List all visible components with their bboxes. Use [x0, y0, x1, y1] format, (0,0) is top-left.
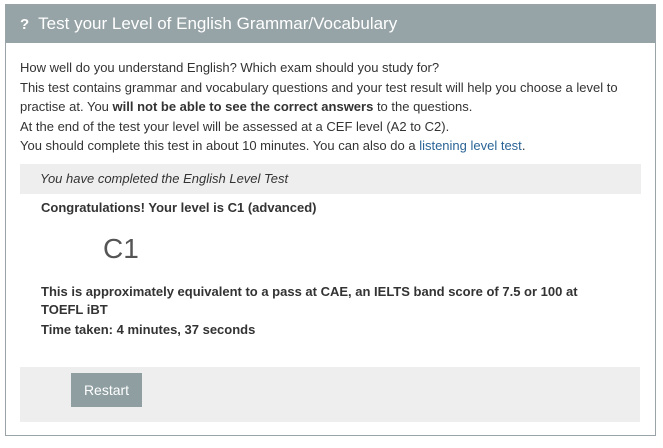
congrats-text: Congratulations! Your level is C1 (advan…: [41, 199, 317, 215]
intro-line-2-end: to the questions.: [373, 99, 473, 114]
intro-text: How well do you understand English? Whic…: [6, 43, 655, 156]
result-section: Congratulations! Your level is C1 (advan…: [6, 200, 655, 337]
intro-line-4: You should complete this test in about 1…: [20, 136, 641, 156]
listening-test-link[interactable]: listening level test: [419, 138, 522, 153]
intro-line-1: How well do you understand English? Whic…: [20, 60, 440, 75]
intro-line-4-start: You should complete this test in about 1…: [20, 138, 420, 153]
equivalence-text: This is approximately equivalent to a pa…: [41, 283, 578, 318]
panel-title: Test your Level of English Grammar/Vocab…: [38, 14, 398, 33]
intro-line-4-end: .: [521, 138, 526, 153]
panel-header: ? Test your Level of English Grammar/Voc…: [6, 5, 655, 43]
time-taken-text: Time taken: 4 minutes, 37 seconds: [41, 321, 256, 337]
level-test-panel: ? Test your Level of English Grammar/Voc…: [5, 4, 656, 436]
restart-button[interactable]: Restart: [71, 373, 142, 407]
intro-line-3: At the end of the test your level will b…: [20, 118, 450, 134]
question-mark-icon: ?: [20, 15, 30, 33]
intro-bold-warning: will not be able to see the correct answ…: [112, 99, 374, 114]
intro-line-2: This test contains grammar and vocabular…: [20, 78, 641, 117]
action-bar: Restart: [20, 367, 640, 422]
level-code: C1: [103, 232, 139, 264]
completion-status-bar: You have completed the English Level Tes…: [20, 163, 641, 194]
completion-status-text: You have completed the English Level Tes…: [40, 171, 289, 186]
